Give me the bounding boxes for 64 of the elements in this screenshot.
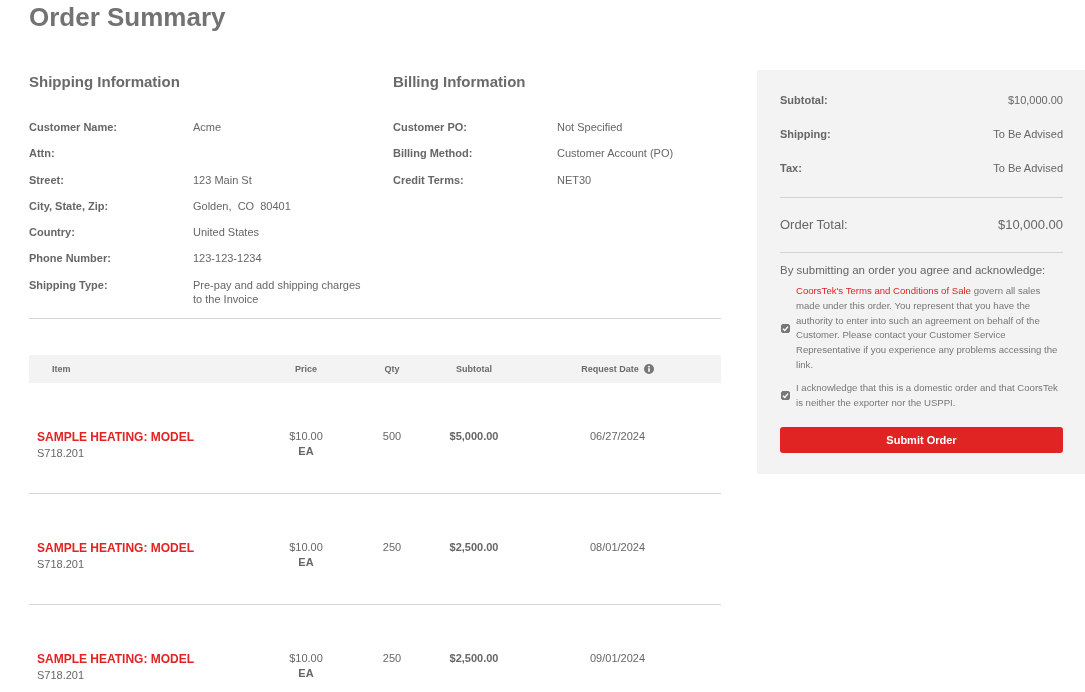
price-text: $10.00 xyxy=(289,540,323,556)
field-value: United States xyxy=(193,225,260,240)
field-label: Credit Terms: xyxy=(393,172,464,187)
field-label: Customer Name: xyxy=(29,120,118,134)
summary-label: Shipping: xyxy=(780,128,831,140)
field-label: Country: xyxy=(29,225,75,240)
column-header: Price xyxy=(295,364,317,375)
column-header: Item xyxy=(52,364,71,375)
sku-text: S718.201 xyxy=(37,557,85,573)
field-value: Not Specified xyxy=(557,120,623,134)
subtotal-cell: $5,000.00 xyxy=(449,429,499,445)
sku-text: S718.201 xyxy=(37,446,85,462)
page-title: Order Summary xyxy=(29,1,226,34)
date-cell: 08/01/2024 xyxy=(589,540,646,556)
summary-value: To Be Advised xyxy=(993,162,1063,174)
column-header: Subtotal xyxy=(456,364,492,375)
unit-text: EA xyxy=(298,555,314,571)
field-label: City, State, Zip: xyxy=(29,198,109,213)
price-text: $10.00 xyxy=(289,651,323,667)
section-heading: Billing Information xyxy=(393,72,526,92)
date-cell: 09/01/2024 xyxy=(589,651,646,667)
field-value: Customer Account (PO) xyxy=(557,146,674,161)
total-label: Order Total: xyxy=(780,216,848,234)
field-value: 123-123-1234 xyxy=(193,251,262,266)
qty-cell: 250 xyxy=(382,651,402,667)
summary-value: $10,000.00 xyxy=(1007,94,1063,106)
field-value: Golden, CO 80401 xyxy=(193,198,291,213)
summary-label: Tax: xyxy=(780,162,802,174)
unit-text: EA xyxy=(298,666,314,682)
product-link[interactable]: SAMPLE HEATING: MODEL xyxy=(37,540,195,557)
date-cell: 06/27/2024 xyxy=(589,429,646,445)
summary-value: To Be Advised xyxy=(993,128,1063,140)
product-link[interactable]: SAMPLE HEATING: MODEL xyxy=(37,651,195,668)
field-label: Phone Number: xyxy=(29,251,111,266)
column-header: Qty xyxy=(384,364,400,375)
terms-link[interactable]: CoorsTek's Terms and Conditions of Sale xyxy=(796,285,971,296)
field-value: NET30 xyxy=(557,172,592,187)
total-value: $10,000.00 xyxy=(997,216,1063,234)
field-label: Attn: xyxy=(29,146,55,161)
field-label: Shipping Type: xyxy=(29,277,108,293)
submit-button[interactable]: Submit Order xyxy=(780,427,1063,454)
product-link[interactable]: SAMPLE HEATING: MODEL xyxy=(37,429,195,446)
section-heading: Shipping Information xyxy=(29,72,180,92)
agreement-text: I acknowledge that this is a domestic order and that CoorsTek is neither the exporter nor the USPPI. xyxy=(796,380,1059,410)
qty-cell: 500 xyxy=(382,429,402,445)
field-label: Customer PO: xyxy=(393,120,467,134)
sku-text: S718.201 xyxy=(37,668,85,684)
field-value: Acme xyxy=(193,120,222,134)
column-header: Request Date xyxy=(581,364,639,375)
field-value: Pre-pay and add shipping charges to the Invoice xyxy=(193,277,362,306)
subtotal-cell: $2,500.00 xyxy=(449,651,499,667)
checkbox[interactable] xyxy=(781,323,790,333)
info-icon[interactable] xyxy=(643,364,654,375)
agreement-text: CoorsTek's Terms and Conditions of Sale govern all sales made under this order. You represent that you have the authority to enter into such an agreement on behalf of the Customer. Please contact your Customer Service Representative if you experience any problems accessing the link. xyxy=(796,284,1059,372)
checkbox[interactable] xyxy=(781,391,790,401)
subtotal-cell: $2,500.00 xyxy=(449,540,499,556)
qty-cell: 250 xyxy=(382,540,402,556)
field-label: Billing Method: xyxy=(393,146,473,161)
unit-text: EA xyxy=(298,444,314,460)
field-label: Street: xyxy=(29,172,64,187)
price-text: $10.00 xyxy=(289,429,323,445)
summary-label: Subtotal: xyxy=(780,94,828,106)
field-value: 123 Main St xyxy=(193,172,252,187)
agreement-intro: By submitting an order you agree and acknowledge: xyxy=(780,263,1047,277)
